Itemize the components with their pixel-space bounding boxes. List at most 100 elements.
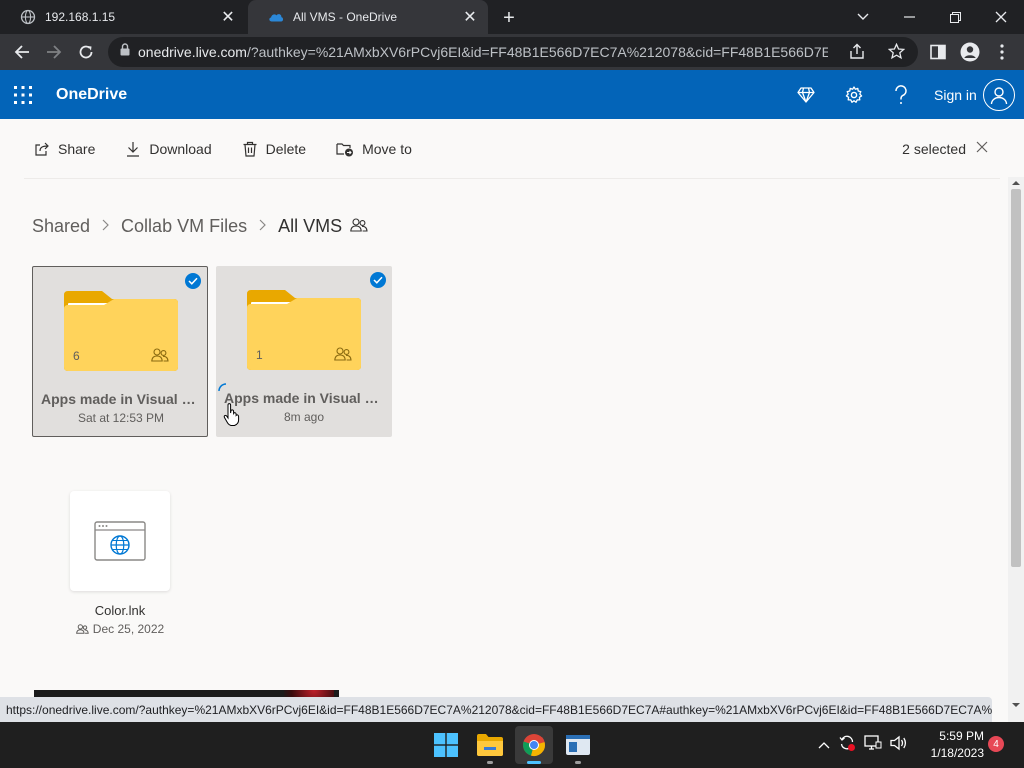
windows-start-icon[interactable] — [427, 726, 465, 764]
scrollbar-thumb[interactable] — [1011, 189, 1021, 567]
new-tab-icon[interactable]: + — [498, 7, 520, 29]
move-to-button[interactable]: Move to — [326, 131, 412, 167]
browser-menu-icon[interactable] — [988, 38, 1016, 66]
onedrive-brand[interactable]: OneDrive — [56, 86, 127, 104]
running-indicator — [487, 761, 493, 764]
notification-badge[interactable]: 4 — [988, 736, 1004, 752]
address-bar[interactable]: onedrive.live.com/?authkey=%21AMxbXV6rPC… — [108, 37, 918, 67]
url-host: onedrive.live.com — [138, 44, 247, 60]
selection-count[interactable]: 2 selected — [902, 131, 988, 167]
restore-icon[interactable] — [932, 0, 978, 34]
folder-modified: 8m ago — [283, 410, 325, 424]
clock-time: 5:59 PM — [939, 729, 984, 743]
folder-name[interactable]: Apps made in Visual C... — [41, 391, 201, 407]
clock-date: 1/18/2023 — [930, 746, 984, 760]
file-explorer-icon[interactable] — [471, 726, 509, 764]
chrome-icon[interactable] — [515, 726, 553, 764]
folder-tile[interactable]: 1 Apps made in Visual St... 8m ago — [216, 266, 392, 437]
selected-checkmark-icon[interactable] — [370, 272, 386, 288]
selected-count-label: 2 selected — [902, 141, 966, 157]
network-icon[interactable] — [864, 734, 882, 756]
share-icon — [35, 142, 49, 156]
delete-button[interactable]: Delete — [232, 131, 306, 167]
folder-tile[interactable]: 6 Apps made in Visual C... Sat at 12:53 … — [32, 266, 208, 437]
vertical-scrollbar[interactable] — [1008, 177, 1024, 723]
sync-status-icon[interactable] — [838, 734, 856, 757]
lock-icon[interactable] — [120, 43, 130, 61]
remote-app-icon[interactable] — [559, 726, 597, 764]
settings-gear-icon[interactable] — [841, 82, 867, 108]
app-launcher-icon[interactable] — [14, 86, 32, 104]
selected-checkmark-icon[interactable] — [185, 273, 201, 289]
download-icon — [127, 142, 140, 157]
shared-people-icon[interactable] — [350, 216, 368, 237]
close-window-icon[interactable] — [978, 0, 1024, 34]
share-page-icon[interactable] — [848, 43, 866, 66]
folder-item-count: 6 — [73, 349, 80, 363]
tab-all-vms-onedrive[interactable]: All VMS - OneDrive ✕ — [248, 0, 488, 34]
taskbar-clock[interactable]: 5:59 PM 1/18/2023 — [924, 728, 984, 762]
active-indicator — [527, 761, 541, 764]
folder-item-count: 1 — [256, 348, 263, 362]
windows-taskbar: 5:59 PM 1/18/2023 — [0, 722, 1024, 768]
globe-icon — [20, 9, 36, 25]
breadcrumb-current: All VMS — [278, 216, 343, 236]
clear-selection-icon[interactable] — [976, 140, 988, 158]
breadcrumb: Shared Collab VM Files All VMS — [32, 216, 368, 237]
file-tile[interactable] — [70, 491, 170, 591]
browser-toolbar: onedrive.live.com/?authkey=%21AMxbXV6rPC… — [0, 34, 1024, 70]
forward-arrow-icon[interactable] — [40, 38, 68, 66]
premium-diamond-icon[interactable] — [793, 82, 819, 108]
bookmark-star-icon[interactable] — [887, 42, 906, 65]
scroll-down-arrow-icon[interactable] — [1012, 701, 1020, 709]
tab-192-168-1-15[interactable]: 192.168.1.15 ✕ — [0, 0, 246, 34]
shared-people-icon — [334, 347, 352, 366]
side-panel-icon[interactable] — [924, 38, 952, 66]
profile-icon[interactable] — [956, 38, 984, 66]
sign-in-link[interactable]: Sign in — [934, 87, 977, 103]
share-button[interactable]: Share — [24, 131, 95, 167]
help-question-icon[interactable] — [888, 82, 914, 108]
file-meta: Dec 25, 2022 — [40, 622, 200, 636]
reload-icon[interactable] — [72, 38, 100, 66]
show-hidden-icons-chevron-icon[interactable] — [818, 736, 830, 754]
breadcrumb-shared[interactable]: Shared — [32, 216, 90, 237]
tab-search-chevron-icon[interactable] — [840, 0, 886, 34]
hand-cursor-icon — [223, 403, 240, 426]
share-label: Share — [58, 141, 96, 157]
onedrive-cloud-icon — [268, 9, 284, 25]
web-shortcut-icon — [94, 521, 146, 561]
file-modified: Dec 25, 2022 — [92, 622, 165, 636]
shared-people-icon — [75, 624, 89, 634]
system-tray — [818, 722, 908, 768]
download-button[interactable]: Download — [115, 131, 212, 167]
download-label: Download — [149, 141, 212, 157]
chevron-right-icon — [102, 218, 109, 236]
onedrive-header: OneDrive Sign in — [0, 70, 1024, 119]
divider — [24, 178, 1000, 179]
onedrive-content: Share Download Delete Move to 2 selected… — [0, 119, 1024, 723]
file-name[interactable]: Color.lnk — [40, 603, 200, 618]
shared-people-icon — [151, 348, 169, 367]
tab-title: All VMS - OneDrive — [293, 10, 398, 24]
back-arrow-icon[interactable] — [8, 38, 36, 66]
tab-title: 192.168.1.15 — [45, 10, 116, 24]
trash-icon — [243, 141, 257, 157]
link-status-bar: https://onedrive.live.com/?authkey=%21AM… — [0, 697, 992, 722]
delete-label: Delete — [265, 141, 307, 157]
breadcrumb-collab-vm-files[interactable]: Collab VM Files — [121, 216, 247, 237]
folder-name[interactable]: Apps made in Visual St... — [224, 390, 384, 406]
volume-speaker-icon[interactable] — [890, 735, 908, 756]
close-tab-icon[interactable]: ✕ — [462, 9, 478, 26]
url-text[interactable]: onedrive.live.com/?authkey=%21AMxbXV6rPC… — [138, 44, 828, 60]
minimize-icon[interactable] — [886, 0, 932, 34]
browser-tab-strip: 192.168.1.15 ✕ All VMS - OneDrive ✕ + — [0, 0, 1024, 34]
url-path: /?authkey=%21AMxbXV6rPCvj6EI&id=FF48B1E5… — [246, 44, 828, 60]
command-bar: Share Download Delete Move to 2 selected — [24, 131, 1000, 167]
chevron-right-icon — [259, 218, 266, 236]
folder-modified: Sat at 12:53 PM — [77, 411, 165, 425]
move-folder-icon — [336, 143, 354, 157]
scroll-up-arrow-icon[interactable] — [1012, 179, 1020, 187]
account-avatar-icon[interactable] — [983, 79, 1015, 111]
close-tab-icon[interactable]: ✕ — [220, 9, 236, 26]
